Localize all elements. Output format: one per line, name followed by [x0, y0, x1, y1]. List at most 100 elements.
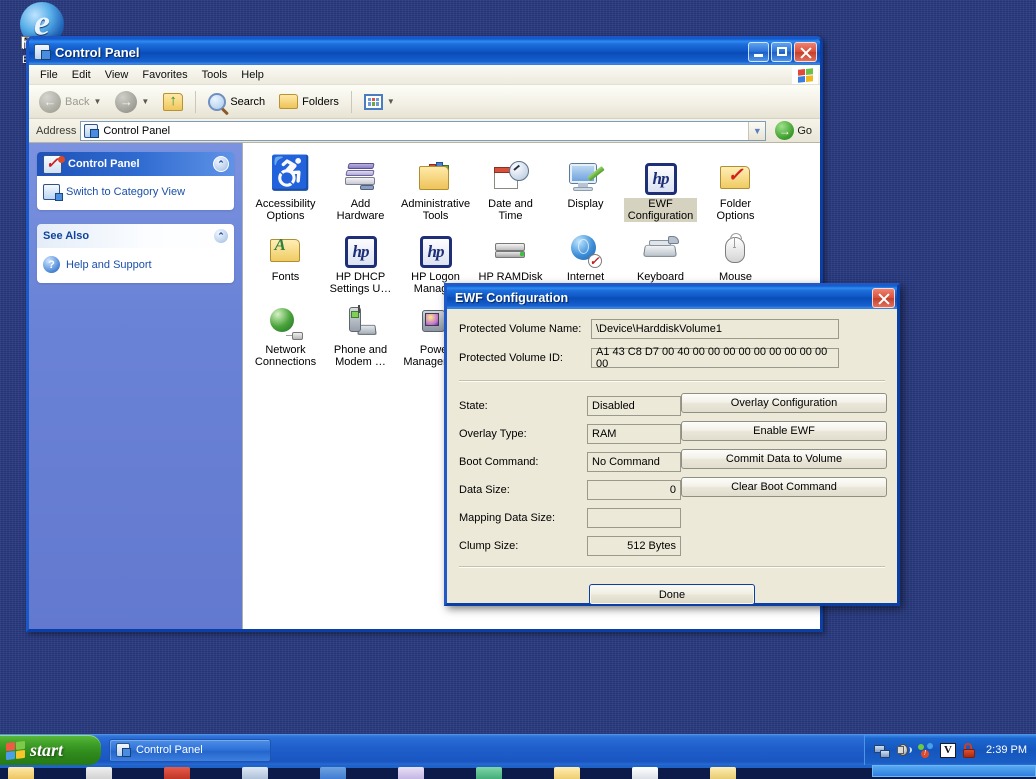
- security-alert-icon[interactable]: !: [918, 742, 934, 758]
- protected-volume-name-value: \Device\HarddiskVolume1: [591, 319, 839, 339]
- menu-item-edit[interactable]: Edit: [65, 67, 98, 83]
- cp-item-network-connections[interactable]: Network Connections: [248, 297, 323, 370]
- taskbar-button-control-panel[interactable]: Control Panel: [109, 738, 271, 762]
- field-label: Protected Volume Name:: [459, 323, 582, 335]
- cp-item-label: Display: [567, 198, 604, 210]
- dialog-footer: Done: [459, 578, 885, 605]
- search-button[interactable]: Search: [202, 89, 271, 115]
- clear-boot-command-button[interactable]: Clear Boot Command: [681, 477, 887, 497]
- chevron-up-icon[interactable]: ⌃: [213, 156, 229, 172]
- dock-slot[interactable]: [624, 765, 702, 779]
- vnc-icon[interactable]: V: [940, 742, 957, 758]
- folders-button[interactable]: Folders: [273, 90, 345, 113]
- minimize-button[interactable]: [748, 42, 769, 62]
- commit-data-to-volume-button[interactable]: Commit Data to Volume: [681, 449, 887, 469]
- folders-label: Folders: [302, 95, 339, 108]
- lock-icon[interactable]: [962, 742, 978, 758]
- cp-item-label: Mouse: [718, 271, 753, 283]
- ramdisk-icon: [494, 234, 528, 268]
- up-button[interactable]: [157, 89, 189, 115]
- cp-item-label: Phone and Modem …: [333, 344, 388, 368]
- taskbar-clock[interactable]: 2:39 PM: [986, 744, 1027, 756]
- menu-item-tools[interactable]: Tools: [195, 67, 235, 83]
- mouse-icon: [719, 233, 753, 268]
- views-chevron-down-icon[interactable]: ▼: [387, 97, 395, 106]
- forward-chevron-down-icon[interactable]: ▼: [141, 97, 149, 106]
- dock-active-tab[interactable]: [872, 765, 1036, 777]
- cp-item-fonts[interactable]: A Fonts: [248, 224, 323, 297]
- control-panel-icon: [116, 743, 131, 757]
- toolbar-separator: [195, 90, 197, 113]
- go-button[interactable]: → Go: [770, 121, 817, 140]
- status-row-boot-command: Boot Command: No Command: [459, 448, 681, 476]
- clump-size-value: 512 Bytes: [587, 536, 681, 556]
- chevron-up-icon-2[interactable]: ⌃: [213, 228, 229, 244]
- cp-item-phone-and-modem[interactable]: Phone and Modem …: [323, 297, 398, 370]
- cp-item-administrative-tools[interactable]: Administrative Tools: [398, 151, 473, 224]
- dock-slot[interactable]: [546, 765, 624, 779]
- cp-item-date-and-time[interactable]: Date and Time: [473, 151, 548, 224]
- cp-item-hp-dhcp-settings[interactable]: hp HP DHCP Settings U…: [323, 224, 398, 297]
- views-button[interactable]: ▼: [358, 90, 401, 114]
- volume-icon[interactable]: [896, 743, 913, 758]
- overlay-type-value: RAM: [587, 424, 681, 444]
- overlay-configuration-button[interactable]: Overlay Configuration: [681, 393, 887, 413]
- dock-slot[interactable]: [702, 765, 780, 779]
- sidebar-panel-header[interactable]: ✓ Control Panel ⌃: [37, 152, 234, 176]
- dock-slot[interactable]: [0, 765, 78, 779]
- enable-ewf-button[interactable]: Enable EWF: [681, 421, 887, 441]
- address-bar: Address Control Panel ▼ → Go: [29, 119, 820, 143]
- dock-slot[interactable]: [234, 765, 312, 779]
- cp-item-folder-options[interactable]: ✓ Folder Options: [698, 151, 773, 224]
- sidebar-item-help-and-support[interactable]: ? Help and Support: [43, 254, 228, 275]
- go-label: Go: [797, 124, 812, 137]
- menu-item-favorites[interactable]: Favorites: [135, 67, 194, 83]
- status-row-state: State: Disabled: [459, 392, 681, 420]
- dock-slot[interactable]: [78, 765, 156, 779]
- sidebar-item-label: Switch to Category View: [66, 186, 186, 198]
- cp-item-accessibility-options[interactable]: Accessibility Options: [248, 151, 323, 224]
- pane-divider: [242, 143, 243, 629]
- keyboard-icon: [642, 234, 679, 268]
- cp-item-ewf-configuration[interactable]: hp EWF Configuration: [623, 151, 698, 224]
- menu-item-help[interactable]: Help: [234, 67, 271, 83]
- address-input[interactable]: Control Panel ▼: [80, 120, 767, 141]
- cp-item-label: Date and Time: [488, 198, 533, 222]
- go-arrow-icon: →: [775, 121, 795, 140]
- window-titlebar[interactable]: Control Panel: [29, 39, 820, 65]
- forward-button[interactable]: → ▼: [109, 87, 155, 117]
- back-button[interactable]: ← Back ▼: [33, 87, 107, 117]
- close-button[interactable]: [794, 42, 817, 62]
- maximize-button[interactable]: [771, 42, 792, 62]
- up-folder-icon: [163, 92, 184, 111]
- dialog-title: EWF Configuration: [455, 290, 569, 305]
- dock-slot[interactable]: [468, 765, 546, 779]
- start-button[interactable]: start: [0, 735, 101, 765]
- done-button[interactable]: Done: [589, 584, 755, 605]
- cp-item-add-hardware[interactable]: Add Hardware: [323, 151, 398, 224]
- dialog-close-button[interactable]: [872, 287, 895, 308]
- dock-slot[interactable]: [390, 765, 468, 779]
- field-protected-volume-id: Protected Volume ID: A1 43 C8 D7 00 40 0…: [459, 346, 885, 370]
- views-icon: [363, 93, 383, 110]
- sidebar-item-label-2: Help and Support: [66, 258, 152, 271]
- menu-item-view[interactable]: View: [98, 67, 136, 83]
- sidebar-item-switch-to-category-view[interactable]: Switch to Category View: [43, 182, 228, 202]
- dock-slot[interactable]: [156, 765, 234, 779]
- cp-item-label: Add Hardware: [336, 198, 385, 222]
- network-icon: [269, 307, 303, 341]
- menu-item-file[interactable]: File: [33, 67, 65, 83]
- address-chevron-down-icon[interactable]: ▼: [748, 121, 766, 140]
- cp-item-label: HP DHCP Settings U…: [329, 271, 392, 295]
- hp-icon: hp: [344, 236, 377, 268]
- dock-slot[interactable]: [312, 765, 390, 779]
- cp-item-display[interactable]: Display: [548, 151, 623, 224]
- dialog-titlebar[interactable]: EWF Configuration: [447, 286, 897, 309]
- date-and-time-icon: [493, 161, 529, 195]
- back-chevron-down-icon[interactable]: ▼: [93, 97, 101, 106]
- status-label: Clump Size:: [459, 540, 519, 552]
- hp-icon: hp: [644, 163, 677, 195]
- sidebar-panel-header-2[interactable]: See Also ⌃: [37, 224, 234, 248]
- data-size-value: 0: [587, 480, 681, 500]
- network-icon[interactable]: [874, 743, 891, 758]
